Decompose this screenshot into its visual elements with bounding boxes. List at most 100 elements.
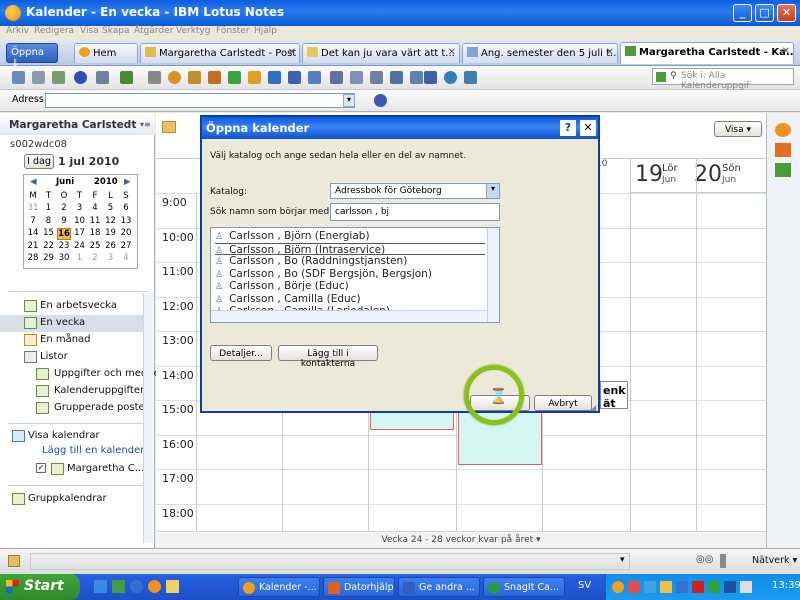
menu-visa[interactable]: Visa [80,26,99,36]
view-week[interactable]: En vecka [0,315,145,332]
arrow-up-icon[interactable] [248,71,261,84]
toolbar-icon[interactable] [96,71,109,84]
glasses-icon[interactable]: ◎◎ [696,554,713,565]
minical-day[interactable]: 1 [42,203,56,213]
address-input[interactable] [45,93,355,108]
name-list-item[interactable]: ♙ Carlsson , Bo (Raddningstjansten) [215,255,407,267]
view-month[interactable]: En månad [0,332,145,349]
go-icon[interactable] [374,94,387,107]
binoculars-icon[interactable] [424,71,437,84]
toolbar-icon[interactable] [288,71,301,84]
minical-day[interactable]: 30 [57,253,71,263]
list-hscrollbar[interactable] [211,310,487,322]
minical-day[interactable]: 11 [88,216,102,226]
name-list-item[interactable]: ♙ Carlsson , Björn (Intraservice) [215,242,485,256]
tab-message-2[interactable]: Ang. semester den 5 juli t... ✕ [462,43,618,63]
minical-day[interactable]: 4 [88,203,102,213]
tray-icon[interactable] [644,581,656,593]
minical-day[interactable]: 26 [104,241,118,251]
quicklaunch-icon[interactable] [148,580,161,593]
toolbar-icon[interactable] [464,71,477,84]
minical-day[interactable]: 12 [104,216,118,226]
tray-icon[interactable] [708,581,720,593]
minical-day[interactable]: 28 [26,253,40,263]
dialog-titlebar[interactable]: Öppna kalender [202,117,598,139]
close-tab-icon[interactable]: ✕ [606,47,614,58]
name-list-item[interactable]: ♙ Carlsson , Björn (Energiab) [215,230,370,242]
day-at-a-glance-icon[interactable] [775,163,791,177]
day-column[interactable] [630,159,631,533]
maximize-button[interactable]: □ [755,4,774,22]
toolbar-icon[interactable] [52,71,65,84]
minical-day[interactable]: 21 [26,241,40,251]
close-tab-icon[interactable]: ✕ [288,47,296,58]
task-datorhjalp[interactable]: Datorhjälp... [323,577,395,597]
new-icon[interactable] [120,71,133,84]
toolbar-icon[interactable] [168,71,181,84]
feeds-icon[interactable] [775,143,791,157]
dialog-close-button[interactable]: ✕ [580,120,596,136]
open-button[interactable]: Öppna ⇓ [6,43,58,69]
minical-day[interactable]: 19 [104,228,118,238]
minical-day[interactable]: 3 [73,203,87,213]
tray-icon[interactable] [612,581,624,593]
minical-day[interactable]: 6 [119,203,133,213]
today-button[interactable]: I dag [24,154,54,169]
toolbar-icon[interactable] [268,71,281,84]
quicklaunch-icon[interactable] [112,580,125,593]
view-lists[interactable]: Listor [0,349,145,366]
toolbar-icon[interactable] [330,71,343,84]
sidebar-menu-icon[interactable]: ▾≡ [140,120,151,129]
language-indicator[interactable]: SV [578,580,591,591]
tab-hem[interactable]: Hem [74,43,138,63]
minical-day[interactable]: 23 [57,241,71,251]
tray-icon[interactable] [724,581,736,593]
minical-day[interactable]: 22 [42,241,56,251]
help-button[interactable]: ? [560,120,576,136]
name-list-item[interactable]: ♙ Carlsson , Börje (Educ) [215,280,349,292]
toolbar-icon[interactable] [390,71,403,84]
minimize-button[interactable]: _ [733,4,752,22]
chevron-down-icon[interactable]: ▾ [486,184,499,198]
minical-day[interactable]: 16 [57,228,71,240]
tray-icon[interactable] [692,581,704,593]
sidebar-scrollbar[interactable] [143,293,153,543]
minical-day[interactable]: 18 [88,228,102,238]
name-list-item[interactable]: ♙ Carlsson , Bo (SDF Bergsjön, Bergsjon) [215,268,432,280]
menu-hjalp[interactable]: Hjälp [254,26,277,36]
minical-day[interactable]: 29 [42,253,56,263]
view-button[interactable]: Visa ▾ [714,121,762,137]
day-column[interactable] [196,193,197,533]
quicklaunch-icon[interactable] [130,580,143,593]
address-dropdown-icon[interactable]: ▾ [343,94,355,107]
minical-day[interactable]: 27 [119,241,133,251]
edit-icon[interactable] [32,71,45,84]
minical-day[interactable]: 3 [104,253,118,263]
minical-day[interactable]: 13 [119,216,133,226]
prev-month-icon[interactable]: ◀ [30,177,37,187]
toolbar-icon[interactable] [350,71,363,84]
next-month-icon[interactable]: ▶ [124,177,131,187]
status-dropdown-icon[interactable]: ▾ [620,555,625,565]
quicklaunch-icon[interactable] [166,580,179,593]
tab-message-1[interactable]: Det kan ju vara värt att t... ✕ [302,43,460,63]
tray-icon[interactable] [660,581,672,593]
minical-day[interactable]: 10 [73,216,87,226]
minical-day[interactable]: 31 [26,203,40,213]
task-ge-andra[interactable]: Ge andra ... [398,577,480,597]
minical-day[interactable]: 1 [73,253,87,263]
partial-entry[interactable]: enk ät [600,381,628,410]
toolbar-icon[interactable] [410,71,423,84]
minical-day[interactable]: 20 [119,228,133,238]
hour-row[interactable]: 17:00 [156,469,766,503]
minical-day[interactable]: 7 [26,216,40,226]
sametime-icon[interactable] [775,123,791,137]
minical-day[interactable]: 4 [119,253,133,263]
group-calendars[interactable]: Gruppkalendrar [0,491,145,508]
tab-post[interactable]: Margaretha Carlstedt - Post ✕ [140,43,300,63]
toolbar-icon[interactable] [12,71,25,84]
add-calendar-link[interactable]: Lägg till en kalender... [42,445,153,456]
minical-day[interactable]: 9 [57,216,71,226]
status-icon[interactable] [8,555,20,567]
minical-day[interactable]: 24 [73,241,87,251]
